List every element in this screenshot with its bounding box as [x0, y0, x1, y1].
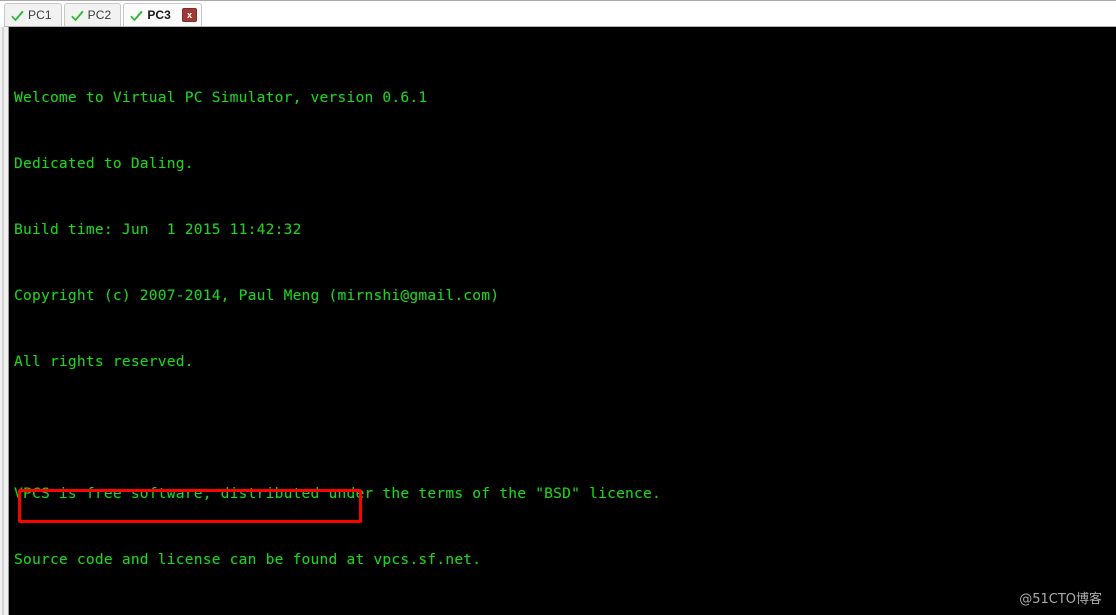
- tab-pc2-label: PC2: [87, 8, 112, 22]
- terminal-line: All rights reserved.: [14, 353, 194, 370]
- terminal-line: Dedicated to Daling.: [14, 155, 194, 172]
- check-icon: [11, 9, 24, 22]
- tab-pc2[interactable]: PC2: [63, 3, 122, 26]
- tab-strip: PC1 PC2 PC3 x: [4, 3, 204, 27]
- tab-bar-filler: [203, 3, 1116, 27]
- terminal-line: Welcome to Virtual PC Simulator, version…: [14, 89, 428, 106]
- tab-bar: PC1 PC2 PC3 x: [0, 0, 1116, 27]
- terminal-line: VPCS is free software, distributed under…: [14, 485, 662, 502]
- tab-pc3-label: PC3: [147, 8, 171, 22]
- terminal-output: Welcome to Virtual PC Simulator, version…: [14, 43, 661, 615]
- terminal-line: Build time: Jun 1 2015 11:42:32: [14, 221, 302, 238]
- tab-pc3[interactable]: PC3 x: [123, 3, 202, 26]
- terminal-window: Welcome to Virtual PC Simulator, version…: [0, 27, 1116, 615]
- terminal-left-border: [0, 27, 9, 615]
- watermark: @51CTO博客: [1019, 592, 1102, 607]
- vpcs-window: PC1 PC2 PC3 x Welcome to Virtual PC Simu…: [0, 0, 1116, 615]
- terminal-line: Copyright (c) 2007-2014, Paul Meng (mirn…: [14, 287, 500, 304]
- terminal-screen[interactable]: Welcome to Virtual PC Simulator, version…: [10, 27, 1116, 615]
- tab-pc1-label: PC1: [28, 8, 52, 22]
- check-icon: [130, 9, 143, 22]
- close-icon[interactable]: x: [181, 8, 197, 22]
- check-icon: [70, 9, 84, 22]
- terminal-line: Source code and license can be found at …: [14, 551, 482, 568]
- tab-pc1[interactable]: PC1: [4, 3, 62, 26]
